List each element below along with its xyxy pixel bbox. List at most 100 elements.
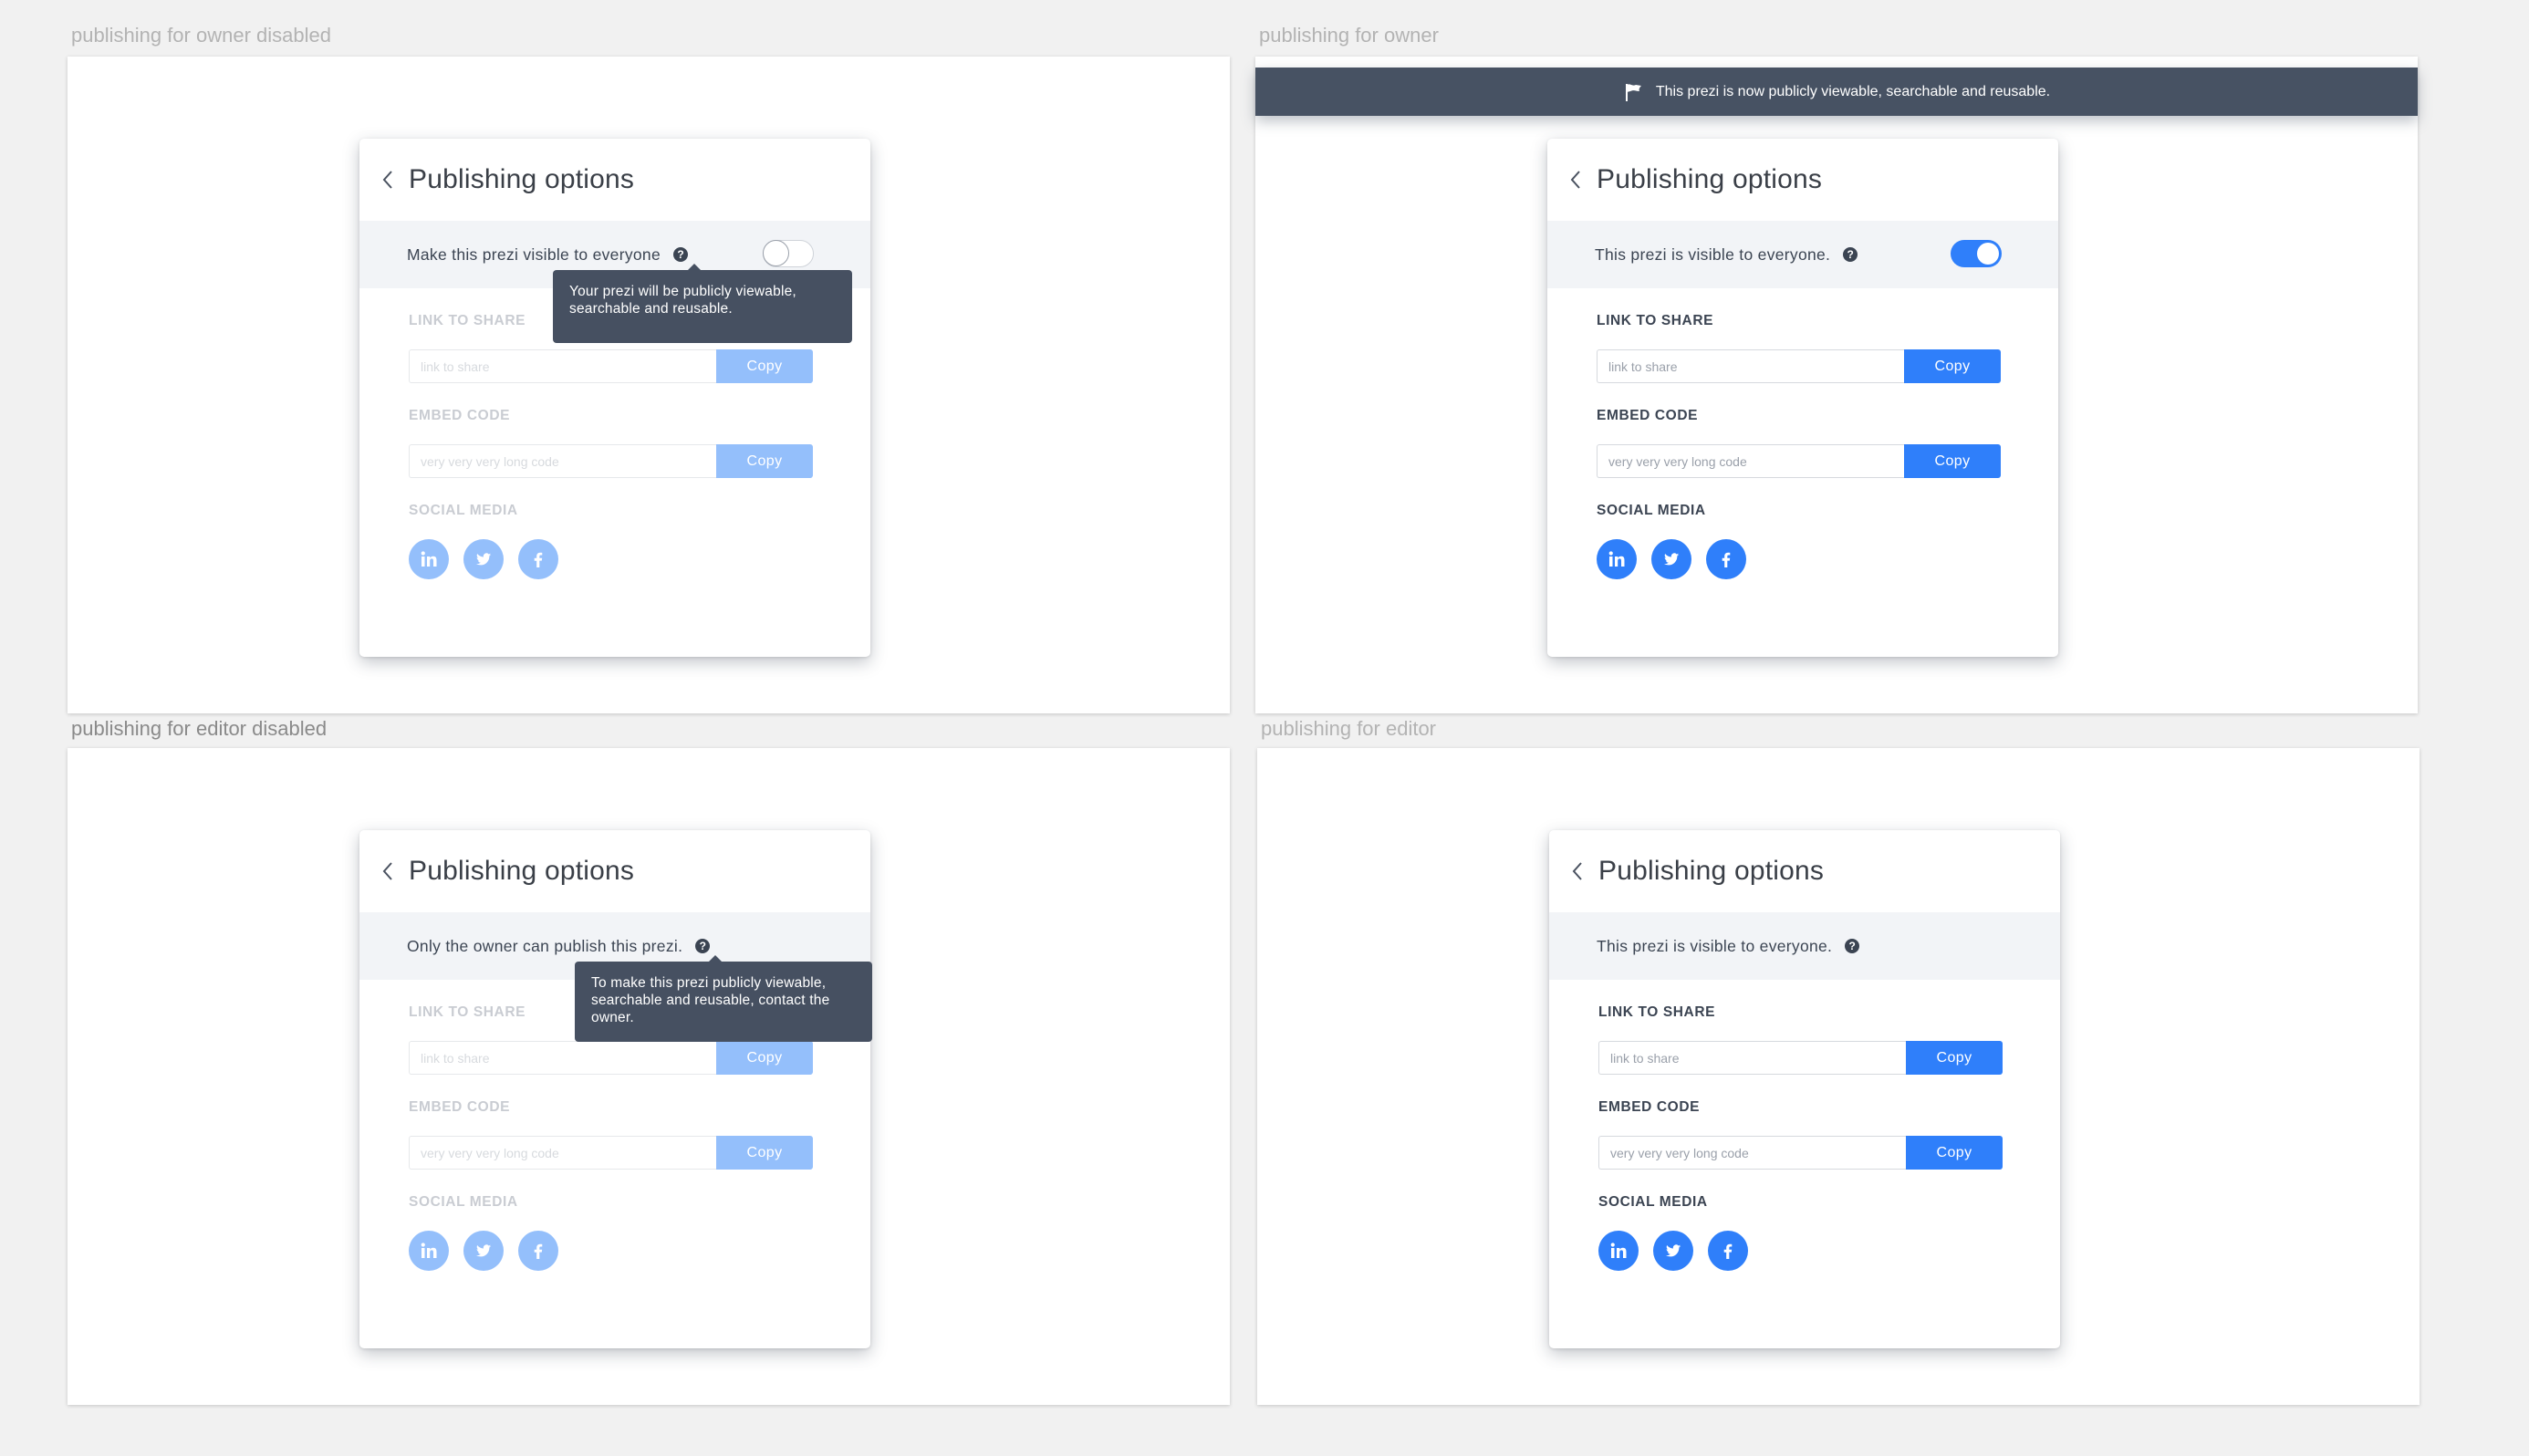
publishing-options-card: Publishing options This prezi is visible… xyxy=(1547,139,2058,657)
embed-code-label: EMBED CODE xyxy=(409,1099,511,1115)
linkedin-icon xyxy=(1608,551,1625,567)
social-buttons xyxy=(409,539,870,579)
link-row: link to share Copy xyxy=(409,1041,813,1075)
link-to-share-input[interactable]: link to share xyxy=(409,349,716,383)
back-chevron-icon[interactable] xyxy=(1567,858,1587,885)
linkedin-icon xyxy=(421,551,437,567)
publishing-options-card: Publishing options Only the owner can pu… xyxy=(359,830,872,1348)
embed-code-label: EMBED CODE xyxy=(1597,408,1699,423)
twitter-button[interactable] xyxy=(463,539,504,579)
social-media-label: SOCIAL MEDIA xyxy=(1597,503,1706,518)
link-to-share-label: LINK TO SHARE xyxy=(1598,1004,1716,1020)
card-title: Publishing options xyxy=(409,164,635,194)
embed-row: very very very long code Copy xyxy=(409,444,813,478)
social-buttons xyxy=(1598,1231,2060,1271)
twitter-icon xyxy=(1663,553,1680,566)
tooltip-text: To make this prezi publicly viewable, se… xyxy=(591,975,830,1025)
facebook-icon xyxy=(1722,552,1731,567)
embed-code-input[interactable]: very very very long code xyxy=(1597,444,1904,478)
facebook-button[interactable] xyxy=(1708,1231,1748,1271)
card-title: Publishing options xyxy=(1598,856,1825,886)
embed-code-label: EMBED CODE xyxy=(1598,1099,1701,1115)
linkedin-icon xyxy=(421,1243,437,1258)
copy-embed-button[interactable]: Copy xyxy=(716,444,813,478)
social-buttons xyxy=(1597,539,2058,579)
visibility-text: This prezi is visible to everyone. xyxy=(1595,244,1831,264)
toggle-knob xyxy=(763,240,789,266)
share-section: LINK TO SHARE link to share Copy EMBED C… xyxy=(1549,1004,2060,1271)
facebook-button[interactable] xyxy=(518,539,558,579)
card-header: Publishing options xyxy=(359,830,870,912)
copy-link-button[interactable]: Copy xyxy=(716,349,813,383)
embed-row: very very very long code Copy xyxy=(409,1136,813,1170)
linkedin-button[interactable] xyxy=(1598,1231,1639,1271)
help-icon[interactable]: ? xyxy=(695,939,711,953)
visibility-band: This prezi is visible to everyone. ? xyxy=(1547,221,2058,288)
frame-label-editor: publishing for editor xyxy=(1261,717,1437,740)
link-to-share-input[interactable]: link to share xyxy=(1598,1041,1906,1075)
social-media-label: SOCIAL MEDIA xyxy=(409,503,518,518)
banner-text: This prezi is now publicly viewable, sea… xyxy=(1655,83,2051,99)
visibility-text: This prezi is visible to everyone. xyxy=(1597,936,1833,955)
link-row: link to share Copy xyxy=(409,349,813,383)
link-row: link to share Copy xyxy=(1598,1041,2003,1075)
copy-embed-button[interactable]: Copy xyxy=(716,1136,813,1170)
tooltip-arrow xyxy=(687,264,702,271)
embed-row: very very very long code Copy xyxy=(1597,444,2001,478)
linkedin-icon xyxy=(1610,1243,1627,1258)
back-chevron-icon[interactable] xyxy=(378,166,398,193)
help-icon[interactable]: ? xyxy=(1843,247,1858,262)
linkedin-button[interactable] xyxy=(409,1231,449,1271)
twitter-icon xyxy=(475,553,492,566)
copy-link-button[interactable]: Copy xyxy=(716,1041,813,1075)
visibility-text: Make this prezi visible to everyone xyxy=(407,244,661,264)
link-to-share-input[interactable]: link to share xyxy=(409,1041,716,1075)
link-to-share-label: LINK TO SHARE xyxy=(1597,313,1714,328)
share-section: LINK TO SHARE link to share Copy EMBED C… xyxy=(359,1004,870,1271)
tooltip-text: Your prezi will be publicly viewable, se… xyxy=(569,284,796,317)
visibility-toggle[interactable] xyxy=(1951,240,2002,267)
back-chevron-icon[interactable] xyxy=(378,858,398,885)
link-to-share-input[interactable]: link to share xyxy=(1597,349,1904,383)
social-media-label: SOCIAL MEDIA xyxy=(409,1194,518,1210)
embed-code-label: EMBED CODE xyxy=(409,408,511,423)
linkedin-button[interactable] xyxy=(1597,539,1637,579)
help-icon[interactable]: ? xyxy=(672,247,688,262)
copy-link-button[interactable]: Copy xyxy=(1904,349,2001,383)
embed-code-input[interactable]: very very very long code xyxy=(1598,1136,1906,1170)
embed-code-input[interactable]: very very very long code xyxy=(409,444,716,478)
embed-code-input[interactable]: very very very long code xyxy=(409,1136,716,1170)
social-media-label: SOCIAL MEDIA xyxy=(1598,1194,1708,1210)
twitter-button[interactable] xyxy=(1651,539,1691,579)
card-header: Publishing options xyxy=(1547,139,2058,221)
card-header: Publishing options xyxy=(1549,830,2060,912)
frame-label-owner-disabled: publishing for owner disabled xyxy=(71,24,331,47)
frame-owner-disabled: Publishing options Make this prezi visib… xyxy=(68,57,1230,713)
help-icon[interactable]: ? xyxy=(1845,939,1860,953)
toggle-knob xyxy=(1977,243,1999,265)
tooltip-arrow xyxy=(708,955,723,962)
publishing-options-card: Publishing options This prezi is visible… xyxy=(1549,830,2060,1348)
visibility-band: This prezi is visible to everyone. ? xyxy=(1549,912,2060,980)
share-section: LINK TO SHARE link to share Copy EMBED C… xyxy=(359,313,870,579)
linkedin-button[interactable] xyxy=(409,539,449,579)
frame-label-editor-disabled: publishing for editor disabled xyxy=(71,717,328,740)
social-buttons xyxy=(409,1231,870,1271)
frame-label-owner: publishing for owner xyxy=(1259,24,1439,47)
twitter-button[interactable] xyxy=(1653,1231,1693,1271)
twitter-button[interactable] xyxy=(463,1231,504,1271)
visibility-toggle[interactable] xyxy=(763,240,814,267)
facebook-icon xyxy=(534,1243,543,1259)
facebook-button[interactable] xyxy=(518,1231,558,1271)
tooltip: To make this prezi publicly viewable, se… xyxy=(575,955,872,1042)
twitter-icon xyxy=(475,1244,492,1257)
copy-embed-button[interactable]: Copy xyxy=(1904,444,2001,478)
visibility-text: Only the owner can publish this prezi. xyxy=(407,936,683,955)
facebook-button[interactable] xyxy=(1706,539,1746,579)
flag-icon xyxy=(1625,83,1641,101)
back-chevron-icon[interactable] xyxy=(1566,166,1586,193)
twitter-icon xyxy=(1665,1244,1681,1257)
copy-link-button[interactable]: Copy xyxy=(1906,1041,2003,1075)
frame-editor: Publishing options This prezi is visible… xyxy=(1257,748,2420,1405)
copy-embed-button[interactable]: Copy xyxy=(1906,1136,2003,1170)
